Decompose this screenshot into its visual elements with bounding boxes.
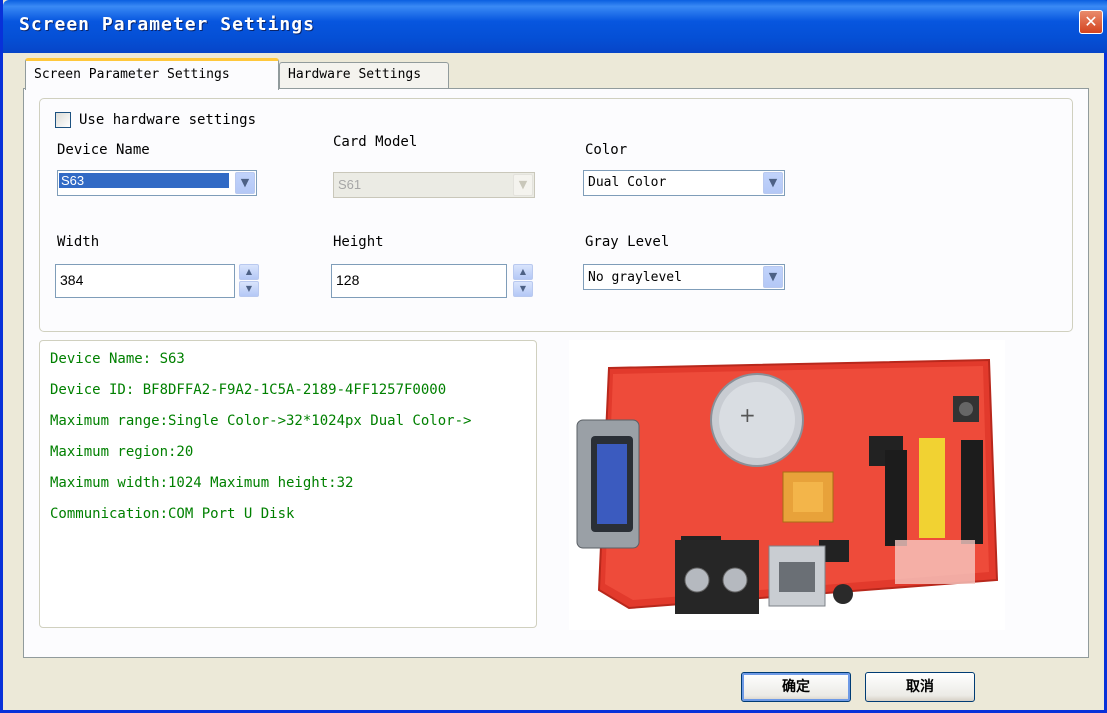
device-info-text: Device Name: S63 Device ID: BF8DFFA2-F9A… xyxy=(44,343,522,621)
spin-up-icon[interactable]: ▲ xyxy=(513,264,533,280)
tab-hardware-settings[interactable]: Hardware Settings xyxy=(279,62,449,88)
gray-level-select[interactable]: No graylevel ▼ xyxy=(583,264,785,290)
height-spinner-icon[interactable]: ▲ ▼ xyxy=(513,264,533,298)
window-title: Screen Parameter Settings xyxy=(19,14,315,35)
info-maximum-range: Maximum range:Single Color->32*1024px Du… xyxy=(50,413,472,429)
tab-screen-parameter-settings[interactable]: Screen Parameter Settings xyxy=(25,58,279,90)
device-name-value: S63 xyxy=(59,173,229,188)
color-value: Dual Color xyxy=(588,175,667,190)
chevron-down-icon[interactable]: ▼ xyxy=(763,172,783,194)
close-icon[interactable]: ✕ xyxy=(1079,10,1103,34)
info-communication: Communication:COM Port U Disk xyxy=(50,506,295,522)
gray-level-label: Gray Level xyxy=(585,234,670,250)
ok-button[interactable]: 确定 xyxy=(741,672,851,702)
device-name-select[interactable]: S63 ▼ xyxy=(57,170,257,196)
info-device-id: Device ID: BF8DFFA2-F9A2-1C5A-2189-4FF12… xyxy=(50,382,447,398)
chevron-down-icon: ▼ xyxy=(513,174,533,196)
spin-up-icon[interactable]: ▲ xyxy=(239,264,259,280)
width-label: Width xyxy=(57,234,100,250)
width-input[interactable]: 384 xyxy=(55,264,235,298)
device-info-box[interactable]: Device Name: S63 Device ID: BF8DFFA2-F9A… xyxy=(39,340,537,628)
dialog-window: Screen Parameter Settings ✕ Screen Param… xyxy=(0,0,1107,713)
card-model-label: Card Model xyxy=(333,134,418,150)
height-value: 128 xyxy=(336,272,360,288)
cancel-button[interactable]: 取消 xyxy=(865,672,975,702)
card-model-value: S61 xyxy=(338,177,362,192)
controller-board-illustration: + xyxy=(569,340,1005,630)
height-input[interactable]: 128 xyxy=(331,264,507,298)
color-select[interactable]: Dual Color ▼ xyxy=(583,170,785,196)
card-model-select: S61 ▼ xyxy=(333,172,535,198)
spin-down-icon[interactable]: ▼ xyxy=(513,281,533,297)
info-maximum-size: Maximum width:1024 Maximum height:32 xyxy=(50,475,354,491)
device-name-label: Device Name xyxy=(57,142,150,158)
gray-level-value: No graylevel xyxy=(588,270,682,285)
height-label: Height xyxy=(333,234,384,250)
use-hardware-settings-label: Use hardware settings xyxy=(79,112,257,128)
color-label: Color xyxy=(585,142,628,158)
info-maximum-region: Maximum region:20 xyxy=(50,444,194,460)
chevron-down-icon[interactable]: ▼ xyxy=(235,172,255,194)
use-hardware-settings-checkbox[interactable] xyxy=(55,112,71,128)
title-bar[interactable]: Screen Parameter Settings ✕ xyxy=(3,0,1107,53)
width-value: 384 xyxy=(60,272,84,288)
svg-text:+: + xyxy=(739,403,756,427)
chevron-down-icon[interactable]: ▼ xyxy=(763,266,783,288)
spin-down-icon[interactable]: ▼ xyxy=(239,281,259,297)
info-device-name: Device Name: S63 xyxy=(50,351,185,367)
controller-board-image: + xyxy=(569,340,1005,630)
width-spinner-icon[interactable]: ▲ ▼ xyxy=(239,264,259,298)
